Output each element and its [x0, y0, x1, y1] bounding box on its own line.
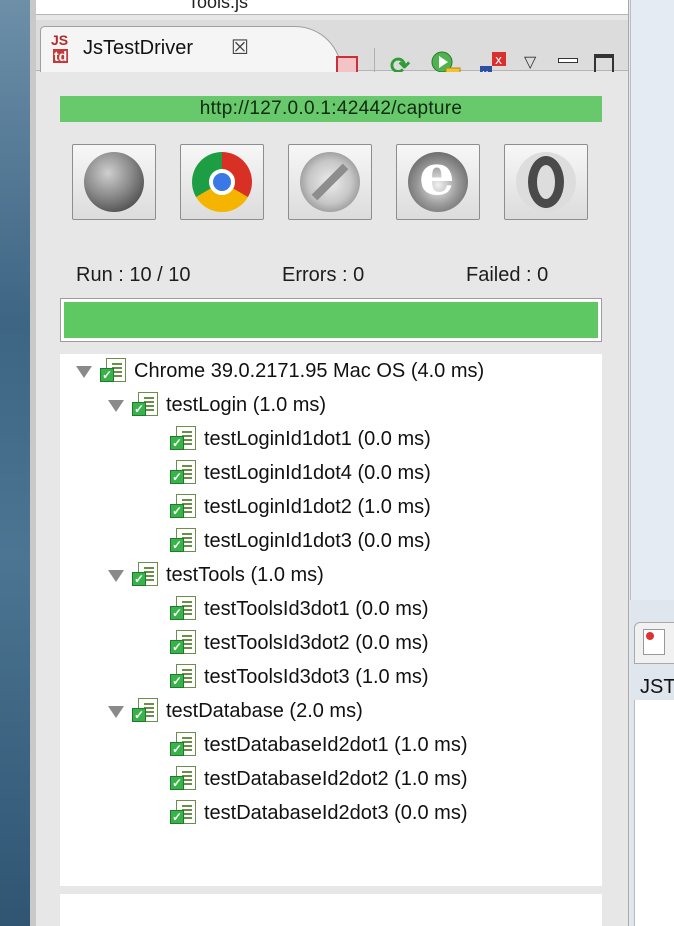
eclipse-left-panel: Tools.js JS td JsTestDriver ☒ ⟳ x x ▽ [36, 0, 629, 926]
internet-explorer-icon [408, 142, 468, 212]
view-title: JsTestDriver [83, 37, 194, 59]
jstestdriver-icon: JS td [51, 32, 69, 64]
opera-button[interactable] [504, 144, 588, 220]
test-passed-icon: ✓ [170, 800, 198, 826]
test-passed-icon: ✓ [170, 630, 198, 656]
test-passed-icon: ✓ [170, 766, 198, 792]
tree-test-node[interactable]: ✓ testDatabaseId2dot2 (1.0 ms) [60, 764, 600, 794]
tree-browser-node[interactable]: ✓ Chrome 39.0.2171.95 Mac OS (4.0 ms) [60, 356, 600, 386]
junit-icon [643, 629, 665, 655]
tree-suite-node[interactable]: ✓ testLogin (1.0 ms) [60, 390, 600, 420]
chrome-icon [192, 152, 252, 212]
test-passed-icon: ✓ [132, 392, 160, 418]
tree-node-label: testTools (1.0 ms) [166, 564, 324, 586]
tree-node-label: testLoginId1dot3 (0.0 ms) [204, 530, 431, 552]
right-editor-area [630, 0, 674, 600]
test-passed-icon: ✓ [170, 528, 198, 554]
expand-toggle-icon[interactable] [76, 366, 92, 378]
right-window: JST [630, 0, 674, 926]
tree-node-label: testLoginId1dot2 (1.0 ms) [204, 496, 431, 518]
tree-node-label: testDatabase (2.0 ms) [166, 700, 363, 722]
expand-toggle-icon[interactable] [108, 570, 124, 582]
progress-fill [64, 302, 598, 338]
tree-test-node[interactable]: ✓ testToolsId3dot2 (0.0 ms) [60, 628, 600, 658]
tree-test-node[interactable]: ✓ testDatabaseId2dot1 (1.0 ms) [60, 730, 600, 760]
run-count: Run : 10 / 10 [76, 264, 191, 286]
minimize-icon[interactable] [558, 58, 578, 63]
tree-node-label: testDatabaseId2dot3 (0.0 ms) [204, 802, 468, 824]
error-count: Errors : 0 [282, 264, 365, 286]
tree-node-label: testLoginId1dot1 (0.0 ms) [204, 428, 431, 450]
test-progress-bar [60, 298, 602, 342]
jstestdriver-view-body: http://127.0.0.1:42442/capture Run : 10 … [36, 72, 628, 926]
previous-view-item[interactable]: Tools.js [188, 0, 248, 13]
tree-suite-node[interactable]: ✓ testDatabase (2.0 ms) [60, 696, 600, 726]
test-passed-icon: ✓ [170, 664, 198, 690]
tree-node-label: testLogin (1.0 ms) [166, 394, 327, 416]
safari-icon [300, 152, 360, 212]
test-passed-icon: ✓ [170, 732, 198, 758]
internet-explorer-button[interactable] [396, 142, 480, 220]
tree-node-label: testDatabaseId2dot1 (1.0 ms) [204, 734, 468, 756]
test-passed-icon: ✓ [170, 460, 198, 486]
expand-toggle-icon[interactable] [108, 400, 124, 412]
capture-url: http://127.0.0.1:42442/capture [60, 96, 602, 122]
view-tab-bar: JS td JsTestDriver ☒ ⟳ x x ▽ [36, 20, 628, 88]
tree-node-label: testDatabaseId2dot2 (1.0 ms) [204, 768, 468, 790]
tree-node-label: testLoginId1dot4 (0.0 ms) [204, 462, 431, 484]
tree-test-node[interactable]: ✓ testToolsId3dot3 (1.0 ms) [60, 662, 600, 692]
right-view-tab[interactable] [634, 622, 674, 664]
tree-node-label: testToolsId3dot2 (0.0 ms) [204, 632, 429, 654]
firefox-button[interactable] [72, 144, 156, 220]
test-passed-icon: ✓ [100, 358, 128, 384]
tree-test-node[interactable]: ✓ testDatabaseId2dot3 (0.0 ms) [60, 798, 600, 828]
right-view-body [634, 700, 674, 926]
svg-text:x: x [495, 53, 502, 67]
view-menu-icon[interactable]: ▽ [524, 52, 536, 72]
tree-test-node[interactable]: ✓ testToolsId3dot1 (0.0 ms) [60, 594, 600, 624]
failure-count: Failed : 0 [466, 264, 549, 286]
maximize-icon[interactable] [594, 54, 614, 74]
test-results-tree[interactable]: ✓ Chrome 39.0.2171.95 Mac OS (4.0 ms) ✓ tes… [60, 354, 602, 886]
test-passed-icon: ✓ [132, 698, 160, 724]
safari-button[interactable] [288, 144, 372, 220]
chrome-button[interactable] [180, 144, 264, 220]
opera-icon [516, 152, 576, 212]
firefox-icon [84, 152, 144, 212]
tree-test-node[interactable]: ✓ testLoginId1dot4 (0.0 ms) [60, 458, 600, 488]
test-passed-icon: ✓ [170, 596, 198, 622]
tree-test-node[interactable]: ✓ testLoginId1dot2 (1.0 ms) [60, 492, 600, 522]
expand-toggle-icon[interactable] [108, 706, 124, 718]
tree-suite-node[interactable]: ✓ testTools (1.0 ms) [60, 560, 600, 590]
tab-jstestdriver[interactable]: JS td JsTestDriver ☒ [40, 26, 342, 73]
failure-trace-pane[interactable] [60, 894, 602, 926]
close-icon[interactable]: ☒ [231, 35, 249, 60]
test-passed-icon: ✓ [132, 562, 160, 588]
tree-node-label: testToolsId3dot3 (1.0 ms) [204, 666, 429, 688]
tree-node-label: Chrome 39.0.2171.95 Mac OS (4.0 ms) [134, 360, 485, 382]
desktop-background [0, 0, 30, 926]
tree-test-node[interactable]: ✓ testLoginId1dot3 (0.0 ms) [60, 526, 600, 556]
test-passed-icon: ✓ [170, 494, 198, 520]
tree-test-node[interactable]: ✓ testLoginId1dot1 (0.0 ms) [60, 424, 600, 454]
previous-view: Tools.js [36, 0, 628, 15]
right-view-label: JST [640, 676, 674, 698]
tree-node-label: testToolsId3dot1 (0.0 ms) [204, 598, 429, 620]
test-passed-icon: ✓ [170, 426, 198, 452]
